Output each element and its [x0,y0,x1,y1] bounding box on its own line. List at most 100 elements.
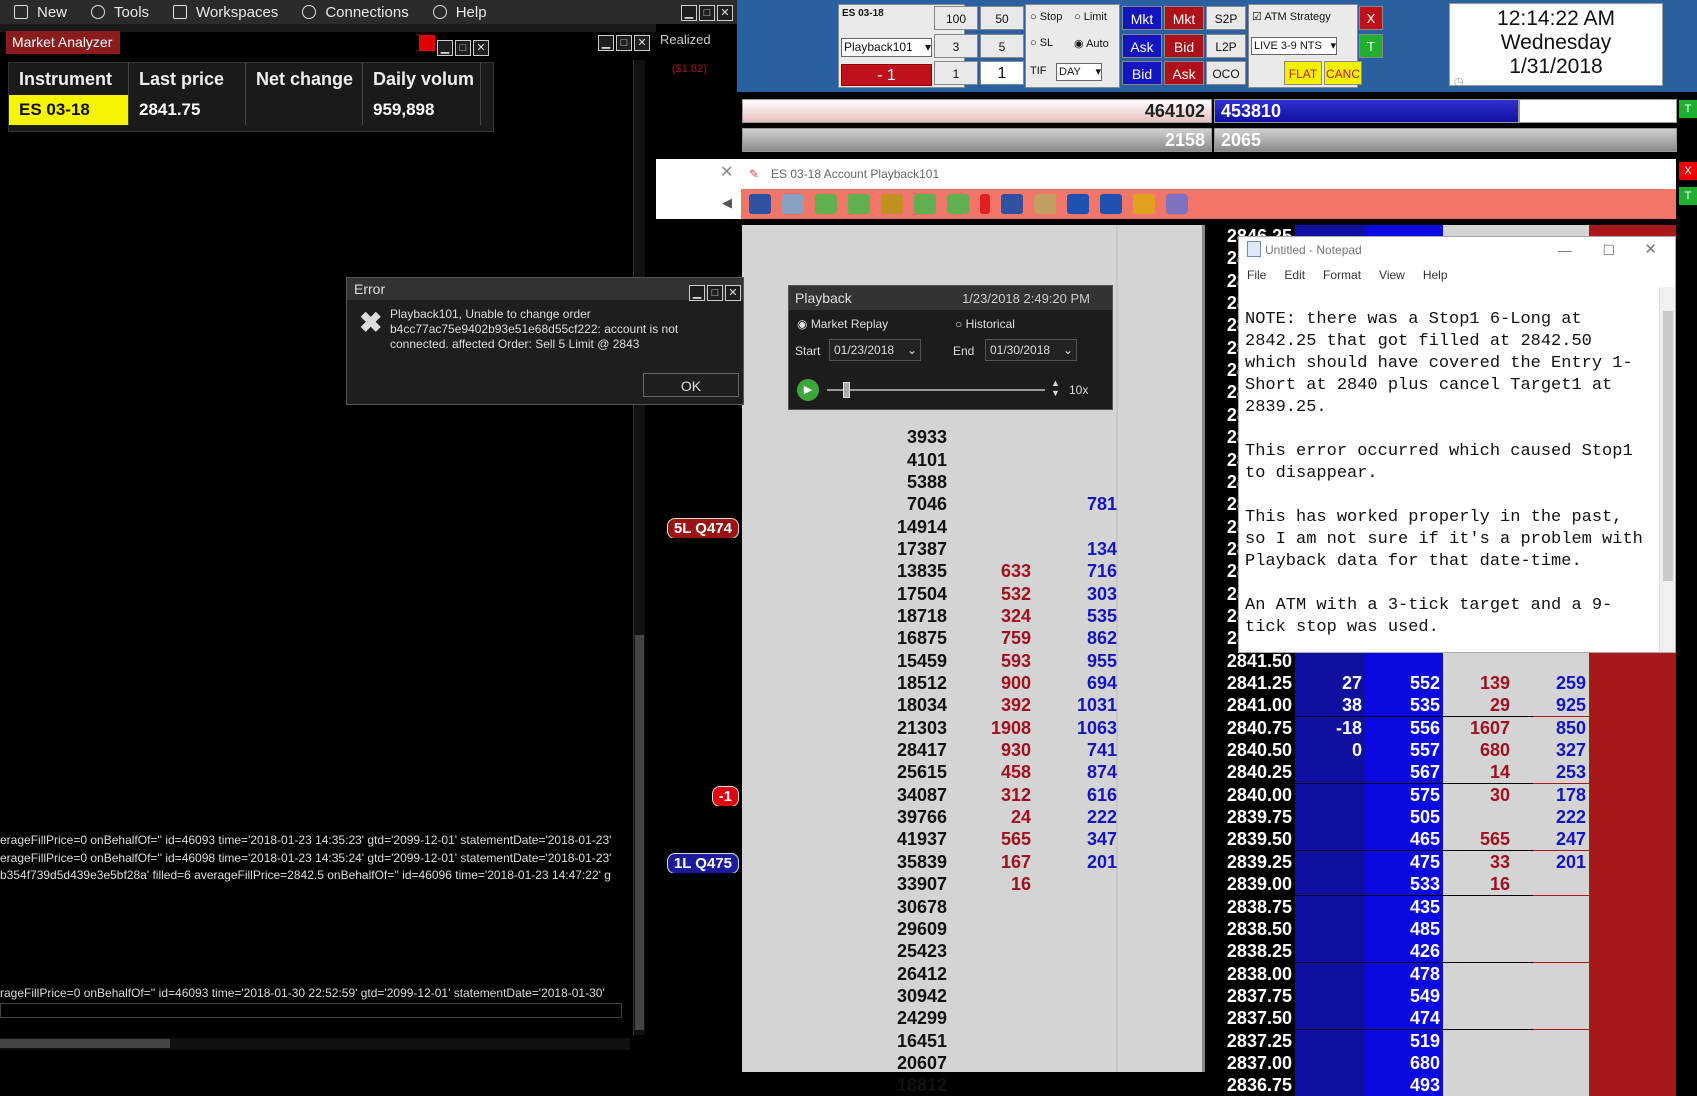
sell-ask-button[interactable]: Ask [1164,61,1204,85]
bid-pnl-cell[interactable] [1295,1007,1365,1030]
order-cell[interactable] [656,1007,742,1030]
bid-pnl-cell[interactable] [1295,984,1365,1007]
panel-minimize-icon[interactable]: ▁ [598,35,614,51]
layout-icon[interactable] [749,194,771,214]
order-cell[interactable]: 1L Q475 [656,850,742,874]
order-tag[interactable]: -1 [711,785,739,807]
ask-size-cell[interactable]: 327 [1513,739,1589,762]
bid-pnl-cell[interactable]: 38 [1295,694,1365,717]
ladder-row[interactable]: 24299 2837.50 474 [656,1007,1676,1030]
notepad-menu-help[interactable]: Help [1423,268,1448,282]
s2p-button[interactable]: S2P [1206,6,1246,30]
close-icon[interactable]: ✕ [717,5,733,21]
price-cell[interactable]: 2839.00 [1205,873,1295,896]
bid-pnl-cell[interactable]: 0 [1295,739,1365,762]
price-cell[interactable]: 2838.25 [1205,940,1295,963]
ma-col-last-price[interactable]: Last price [129,63,246,95]
price-cell[interactable]: 2839.50 [1205,828,1295,851]
instrument-icon[interactable] [782,194,804,214]
order-tag[interactable]: 1L Q475 [666,852,739,874]
order-cell[interactable] [656,828,742,851]
panel-maximize-icon[interactable]: □ [616,35,632,51]
ask-pnl-cell[interactable] [1443,1007,1513,1030]
bid-size-cell[interactable]: 549 [1365,984,1443,1007]
order-cell[interactable] [656,426,742,449]
cancel-all-button[interactable]: CANC [1324,61,1362,85]
price-cell[interactable]: 2838.50 [1205,917,1295,940]
order-cell[interactable] [656,895,742,918]
bid-size-cell[interactable]: 552 [1365,672,1443,694]
close-icon[interactable]: ✕ [720,162,733,182]
radio-limit[interactable]: ○ Limit [1074,11,1107,23]
bid-size-cell[interactable]: 557 [1365,739,1443,762]
notepad-minimize-icon[interactable]: — [1558,237,1572,263]
price-cell[interactable]: 2837.75 [1205,984,1295,1007]
ask-size-cell[interactable]: 925 [1513,694,1589,717]
minimize-icon[interactable]: ▁ [681,5,697,21]
ladder-row[interactable]: -1 34087 312 616 2840.00 575 30 178 [656,783,1676,807]
drawing-icon[interactable] [881,194,903,214]
order-cell[interactable] [656,761,742,784]
bid-pnl-cell[interactable] [1295,783,1365,806]
notepad-menu-edit[interactable]: Edit [1284,268,1305,282]
order-cell[interactable] [656,1074,742,1096]
ask-pnl-cell[interactable] [1443,895,1513,918]
left-panel-hscroll[interactable] [0,1038,630,1050]
link-icon[interactable] [1133,194,1155,214]
order-cell[interactable] [656,247,742,270]
menu-workspaces[interactable]: Workspaces [173,4,278,21]
menu-new[interactable]: New [14,4,67,21]
buy-ask-button[interactable]: Ask [1122,34,1162,58]
error-minimize-icon[interactable]: ▁ [689,285,705,301]
ask-pnl-cell[interactable]: 139 [1443,672,1513,694]
ladder-row[interactable]: 26412 2838.00 478 [656,962,1676,985]
panel-close-icon[interactable]: ✕ [634,35,650,51]
ladder-row[interactable]: 41937 565 347 2839.50 465 565 247 [656,828,1676,851]
bid-pnl-cell[interactable] [1295,940,1365,963]
ma-row[interactable]: ES 03-18 2841.75 959,898 [9,95,493,125]
oe-account-select[interactable]: Playback101 ▾ [841,38,932,57]
ladder-row[interactable]: 18512 900 694 2841.25 27 552 139 259 [656,672,1676,694]
bid-size-cell[interactable]: 519 [1365,1029,1443,1052]
bid-size-cell[interactable]: 680 [1365,1051,1443,1074]
start-date-select[interactable]: 01/23/2018 ⌄ [829,339,921,361]
buy-market-button[interactable]: Mkt [1122,6,1162,30]
ask-pnl-cell[interactable]: 29 [1443,694,1513,717]
speed-spinner-icon[interactable]: ▲ ▼ [1051,378,1060,398]
ma-maximize-icon[interactable]: □ [455,40,471,56]
ask-size-cell[interactable] [1513,962,1589,985]
bid-size-cell[interactable]: 535 [1365,694,1443,717]
bid-size-cell[interactable]: 474 [1365,1007,1443,1030]
price-cell[interactable]: 2840.50 [1205,739,1295,762]
order-cell[interactable] [656,403,742,426]
flat-button[interactable]: FLAT [1284,61,1322,85]
bid-size-cell[interactable]: 435 [1365,895,1443,918]
playback-slider-handle[interactable] [843,382,850,398]
order-cell[interactable] [656,537,742,560]
ladder-row[interactable]: 16451 2837.25 519 [656,1029,1676,1052]
end-date-select[interactable]: 01/30/2018 ⌄ [985,339,1077,361]
radio-market-replay[interactable]: ◉ Market Replay [797,317,888,331]
ladder-row[interactable]: 33907 16 2839.00 533 16 [656,873,1676,896]
ask-pnl-cell[interactable]: 30 [1443,783,1513,806]
ask-size-cell[interactable] [1513,917,1589,940]
ask-size-cell[interactable]: 253 [1513,761,1589,784]
ask-pnl-cell[interactable] [1443,962,1513,985]
notepad-scrollbar[interactable] [1659,287,1675,652]
radio-sl[interactable]: ○ SL [1030,37,1053,49]
bid-pnl-cell[interactable] [1295,1051,1365,1074]
sell-market-button[interactable]: Mkt [1164,6,1204,30]
left-panel-scrollbar[interactable] [633,60,645,1035]
bid-pnl-cell[interactable] [1295,1029,1365,1052]
data-box-icon[interactable] [1001,194,1023,214]
ma-col-instrument[interactable]: Instrument [9,63,129,95]
order-cell[interactable] [656,806,742,829]
atm-close-button[interactable]: X [1359,6,1383,30]
price-cell[interactable]: 2837.50 [1205,1007,1295,1030]
menu-connections[interactable]: Connections [302,4,409,21]
properties-icon[interactable] [1067,194,1089,214]
radio-auto[interactable]: ◉ Auto [1074,37,1109,50]
ladder-row[interactable]: 25615 458 874 2840.25 567 14 253 [656,761,1676,784]
ladder-row[interactable]: 28417 930 741 2840.50 0 557 680 327 [656,739,1676,762]
bid-size-cell[interactable]: 485 [1365,917,1443,940]
